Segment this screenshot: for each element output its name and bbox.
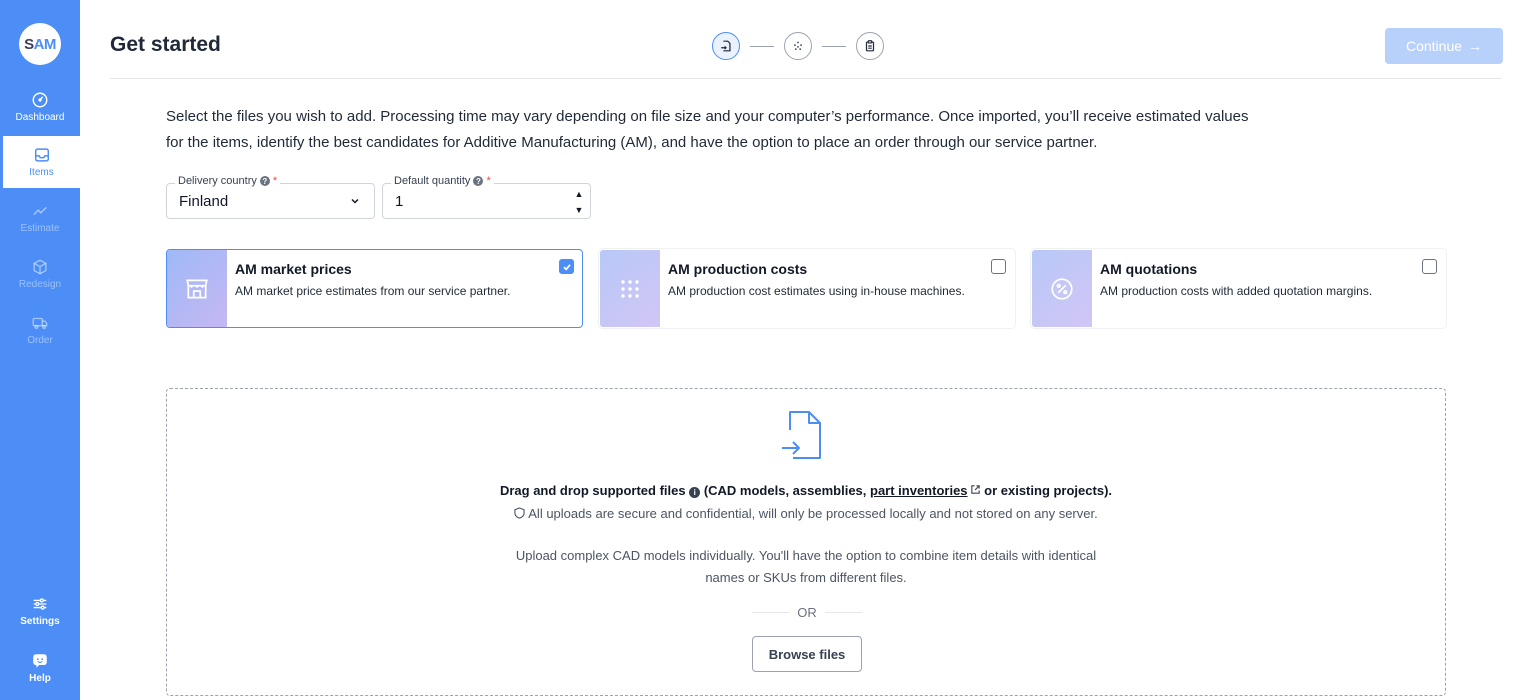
required-marker: * [486,175,491,187]
card-icon-panel [600,250,660,327]
intro-line-1: Select the files you wish to add. Proces… [166,108,1249,125]
sidebar-item-settings[interactable]: Settings [0,586,80,636]
delivery-country-label: Delivery country ? * [175,175,281,187]
option-card-production-costs[interactable]: AM production costs AM production cost e… [599,249,1015,328]
sidebar-item-label: Items [29,167,54,178]
gauge-icon [32,92,48,108]
option-title: AM production costs [668,261,808,277]
card-icon-panel [167,250,227,327]
dropzone-main-text: Drag and drop supported files i (CAD mod… [167,483,1445,498]
dropzone-complex-text: Upload complex CAD models individually. … [167,545,1445,589]
quantity-spinner: ▲ ▼ [572,188,586,216]
sidebar-item-items[interactable]: Items [0,136,80,188]
file-import-icon [721,40,731,52]
sliders-icon [33,598,47,610]
option-description: AM production costs with added quotation… [1100,284,1373,298]
cube-icon [33,259,47,275]
progress-steps [712,32,884,60]
dropzone-prefix: Drag and drop supported files [499,483,686,498]
external-link-icon [970,485,980,494]
header-divider [110,78,1502,79]
option-card-market-prices[interactable]: AM market prices AM market price estimat… [166,249,583,328]
sidebar-item-label: Dashboard [15,112,65,123]
decrement-icon[interactable]: ▼ [575,204,584,216]
complex-line-1: Upload complex CAD models individually. … [515,548,1097,563]
page-title: Get started [110,33,221,56]
card-icon-panel [1032,250,1092,327]
sidebar-item-redesign[interactable]: Redesign [0,249,80,299]
continue-label: Continue [1405,38,1463,54]
option-checkbox[interactable] [991,259,1006,274]
file-import-icon [782,411,821,459]
dropzone-mid: (CAD models, assemblies, [700,483,870,498]
label-text: Delivery country [178,175,257,187]
option-checkbox[interactable] [1422,259,1437,274]
default-quantity-stepper[interactable]: Default quantity ? * 1 ▲ ▼ [382,175,591,219]
option-description: AM production cost estimates using in-ho… [668,284,965,298]
dropzone-suffix: or existing projects). [980,483,1113,498]
inbox-icon [34,148,49,162]
step-process [784,32,812,60]
delivery-country-value: Finland [179,193,229,210]
option-card-quotations[interactable]: AM quotations AM production costs with a… [1031,249,1446,328]
step-import [712,32,740,60]
intro-text: Select the files you wish to add. Proces… [166,104,1456,156]
arrow-right-icon: → [1468,38,1483,54]
percent-badge-icon [1051,277,1073,300]
sidebar-item-help[interactable]: Help [0,643,80,693]
secure-text: All uploads are secure and confidential,… [528,506,1098,521]
part-inventories-link[interactable]: part inventories [870,483,968,498]
option-description: AM market price estimates from our servi… [235,284,511,298]
step-connector [822,45,846,47]
sidebar: S AM Dashboard Items Estimate Redesign Or… [0,0,80,700]
option-title: AM quotations [1100,261,1198,277]
step-connector [750,45,774,47]
sidebar-item-estimate[interactable]: Estimate [0,193,80,243]
sidebar-item-label: Estimate [20,223,60,234]
sidebar-item-label: Help [29,673,51,684]
step-review [856,32,884,60]
or-divider: OR [752,605,862,620]
sidebar-item-label: Order [27,335,53,346]
sidebar-item-dashboard[interactable]: Dashboard [0,82,80,132]
or-text: OR [797,605,817,620]
divider-line [824,612,862,613]
intro-line-2: for the items, identify the best candida… [166,134,1098,151]
help-icon[interactable]: ? [259,176,270,186]
clipboard-icon [865,40,875,52]
app-logo[interactable]: S AM [19,23,61,65]
browse-files-button[interactable]: Browse files [752,636,862,672]
increment-icon[interactable]: ▲ [575,188,584,200]
chevron-down-icon [351,198,359,204]
sidebar-item-label: Settings [20,616,60,627]
continue-button[interactable]: Continue → [1385,28,1503,64]
dropzone-secure-text: All uploads are secure and confidential,… [167,506,1445,521]
truck-icon [32,317,48,330]
default-quantity-value: 1 [395,193,404,210]
sidebar-item-order[interactable]: Order [0,305,80,355]
file-dropzone[interactable]: Drag and drop supported files i (CAD mod… [166,388,1446,696]
checkmark-icon [562,263,571,271]
sidebar-item-label: Redesign [18,279,62,290]
help-icon[interactable]: ? [473,176,484,186]
option-checkbox[interactable] [559,259,574,274]
grid-dots-icon [621,279,639,298]
chat-bubble-icon [33,654,47,668]
option-title: AM market prices [235,261,352,277]
info-icon[interactable]: i [689,487,701,498]
divider-line [752,612,790,613]
storefront-icon [186,278,208,299]
trend-line-icon [33,206,47,216]
logo-text-s: S [24,35,34,53]
delivery-country-select[interactable]: Delivery country ? * Finland [166,175,375,219]
shield-icon [514,507,525,519]
logo-text-am: AM [33,35,57,53]
complex-line-2: names or SKUs from different files. [705,570,907,585]
label-text: Default quantity [394,175,471,187]
process-dots-icon [794,41,802,50]
required-marker: * [272,175,278,187]
default-quantity-label: Default quantity ? * [391,175,494,187]
